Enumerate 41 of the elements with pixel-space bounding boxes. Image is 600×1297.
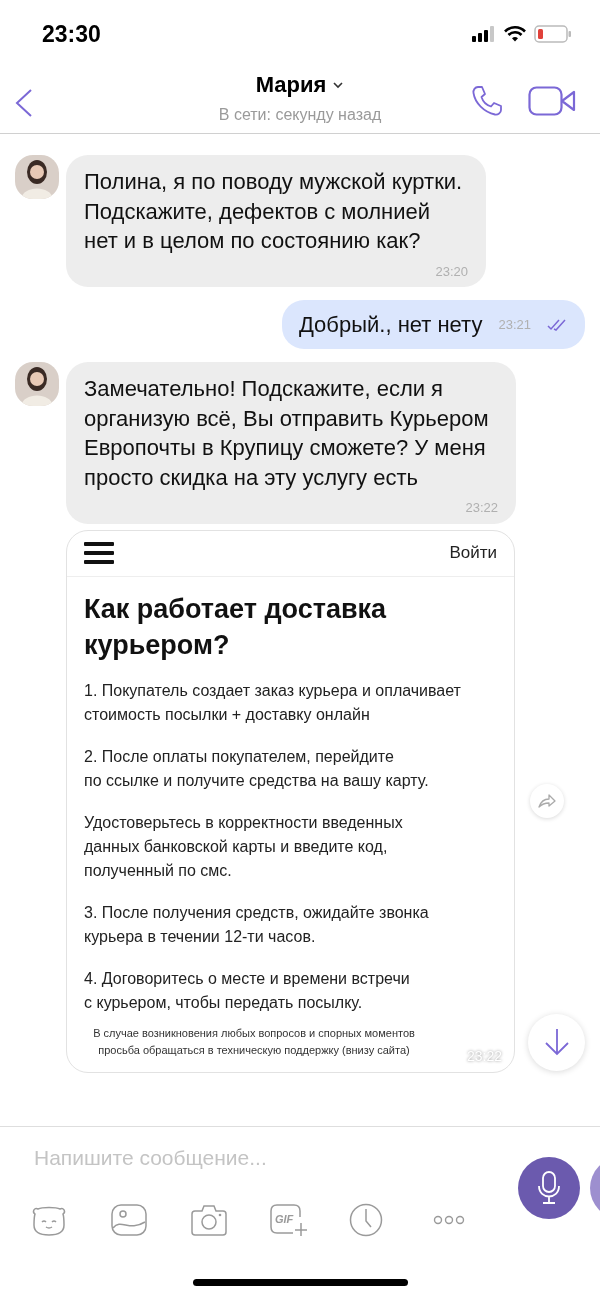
screenshot-card[interactable]: [66, 529, 515, 1073]
avatar[interactable]: [15, 362, 59, 406]
forward-button[interactable]: [530, 783, 564, 818]
instruction-paragraph: 4. Договоритесь о месте и времени встречи с курьером, чтобы передать посылку.: [84, 968, 411, 1013]
contact-name[interactable]: Мария: [255, 68, 327, 101]
image-icon[interactable]: [111, 1204, 147, 1236]
wifi-icon: [504, 26, 526, 42]
chevron-down-icon[interactable]: [332, 80, 345, 89]
phone-icon: [470, 84, 504, 118]
article-heading: Как работает доставка курьером?: [84, 592, 388, 662]
sticker-icon[interactable]: [31, 1204, 67, 1236]
online-status: В сети: секунду назад: [218, 105, 382, 125]
microphone-icon: [537, 1170, 561, 1206]
clock-icon[interactable]: [349, 1203, 383, 1237]
instruction-paragraph: Удостоверьтесь в корректности введенных данных банковской карты и введите код, полученный по смс.: [84, 812, 404, 881]
message-time: 23:20: [435, 262, 468, 281]
video-call-button[interactable]: [528, 86, 576, 116]
arrow-down-icon: [543, 1028, 570, 1056]
battery-icon: [534, 25, 572, 43]
signal-icon: [472, 26, 496, 42]
menu-icon: [84, 541, 114, 565]
instruction-paragraph: 3. После получения средств, ожидайте звонка курьера в течении 12-ти часов.: [84, 902, 430, 947]
message-text: Полина, я по поводу мужской куртки. Подскажите, дефектов с молнией нет и в целом по состоянию как?: [84, 168, 464, 255]
footnote: В случае возникновения любых вопросов и спорных моментов просьба обращаться в техническую поддержку (внизу сайта): [92, 1025, 416, 1058]
status-time: 23:30: [42, 19, 101, 49]
scroll-down-button[interactable]: [528, 1013, 585, 1071]
message-text: Добрый., нет нету: [298, 311, 483, 339]
camera-icon[interactable]: [191, 1204, 227, 1236]
message-input[interactable]: Напишите сообщение...: [34, 1142, 474, 1174]
call-button[interactable]: [470, 84, 504, 118]
video-camera-icon: [528, 86, 576, 116]
share-arrow-icon: [538, 793, 556, 808]
message-time: 23:22: [465, 499, 498, 517]
message-text: Замечательно! Подскажите, если я организую всё, Вы отправить Курьером Европочты в Крупицу сможете? У меня просто скидка на эту услугу есть: [84, 375, 490, 492]
back-icon: [14, 88, 34, 118]
instruction-paragraph: 1. Покупатель создает заказ курьера и оплачивает стоимость посылки + доставку онлайн: [84, 680, 462, 725]
login-link: Войти: [449, 542, 497, 565]
message-time: 23:21: [498, 315, 531, 334]
more-icon[interactable]: [433, 1215, 465, 1225]
avatar[interactable]: [15, 155, 59, 199]
instruction-paragraph: 2. После оплаты покупателем, перейдите по ссылке и получите средства на вашу карту.: [84, 746, 430, 791]
